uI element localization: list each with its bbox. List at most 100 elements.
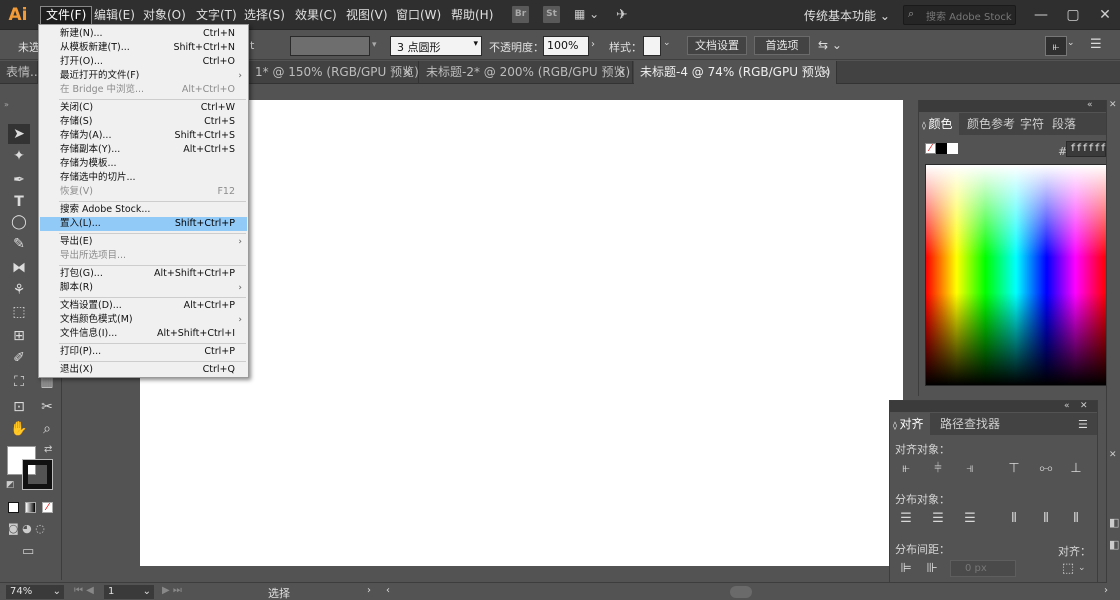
mesh-tool-icon[interactable]: ⊞ [8, 326, 30, 346]
distribute-left-icon[interactable]: ⫴ [1006, 511, 1022, 527]
width-tool-icon[interactable]: ⚘ [8, 280, 30, 300]
menu-item-close[interactable]: 关闭(C) Ctrl+W [40, 101, 247, 115]
symbol-sprayer-icon[interactable]: ⛶ [8, 372, 30, 392]
close-icon[interactable]: ✕ [1080, 401, 1088, 411]
opacity-input[interactable]: 100% [543, 36, 589, 56]
black-swatch[interactable] [936, 143, 947, 154]
none-mode-icon[interactable]: ⁄ [42, 502, 53, 513]
gradient-mode-icon[interactable] [25, 502, 36, 513]
selection-tool-icon[interactable]: ➤ [8, 124, 30, 144]
last-artboard-icon[interactable]: ▶ ⏭ [162, 585, 182, 596]
tab-doc-4[interactable]: 未标题-4 @ 74% (RGB/GPU 预览) ✕ [634, 61, 837, 84]
menu-effect[interactable]: 效果(C) [290, 6, 342, 25]
chevron-down-icon[interactable]: ⌄ [663, 38, 671, 48]
menu-item-color-mode[interactable]: 文档颜色模式(M) › [40, 313, 247, 327]
first-artboard-icon[interactable]: ⏮ ◀ [74, 585, 94, 596]
collapse-icon[interactable]: « [1087, 100, 1093, 110]
stroke-swatch[interactable] [22, 459, 53, 490]
stock-button[interactable]: St [543, 6, 560, 23]
eyedropper-icon[interactable]: ✐ [8, 348, 30, 368]
panel-icon[interactable]: ◧ [1109, 516, 1119, 529]
align-vertical-center-icon[interactable]: ⧟ [1038, 461, 1054, 477]
artboard-navigator[interactable]: 1 ⌄ [104, 585, 154, 599]
close-icon[interactable]: ✕ [1109, 100, 1117, 110]
menu-item-open-recent[interactable]: 最近打开的文件(F) › [40, 69, 247, 83]
reflect-tool-icon[interactable]: ⧓ [8, 258, 30, 278]
tab-paragraph[interactable]: 段落 [1052, 113, 1076, 135]
tab-pathfinder[interactable]: 路径查找器 [940, 413, 1000, 435]
draw-mode-icon[interactable]: ◙ ◕ ◌ [8, 522, 45, 535]
panel-icon[interactable]: ◧ [1109, 538, 1119, 551]
menu-item-new-from-template[interactable]: 从模板新建(T)... Shift+Ctrl+N [40, 41, 247, 55]
align-bottom-icon[interactable]: ⊥ [1068, 461, 1084, 477]
menu-item-package[interactable]: 打包(G)... Alt+Shift+Ctrl+P [40, 267, 247, 281]
menu-item-scripts[interactable]: 脚本(R) › [40, 281, 247, 295]
artboard[interactable] [140, 100, 917, 566]
distribute-right-icon[interactable]: ⫴ [1068, 511, 1084, 527]
zoom-tool-icon[interactable]: ⌕ [36, 419, 58, 439]
tab-doc-3[interactable]: 未标题-2* @ 200% (RGB/GPU 预览) ✕ [420, 61, 633, 84]
screen-mode-icon[interactable]: ▭ [22, 544, 34, 559]
pen-tool-icon[interactable]: ✒ [8, 170, 30, 190]
type-tool-icon[interactable]: T [8, 192, 30, 212]
menu-item-save-as[interactable]: 存储为(A)... Shift+Ctrl+S [40, 129, 247, 143]
align-right-icon[interactable]: ⫣ [962, 461, 978, 477]
menu-item-document-setup[interactable]: 文档设置(D)... Alt+Ctrl+P [40, 299, 247, 313]
panel-menu-icon[interactable]: ☰ [1078, 418, 1088, 431]
scroll-right-icon[interactable]: › [1104, 585, 1108, 596]
menu-item-search-stock[interactable]: 搜索 Adobe Stock... [40, 203, 247, 217]
default-colors-icon[interactable]: ◩ [6, 480, 15, 490]
chevron-right-icon[interactable]: › [367, 585, 371, 596]
vertical-distribute-space-icon[interactable]: ⊫ [898, 561, 914, 577]
variable-width-profile[interactable] [290, 36, 370, 56]
scroll-left-icon[interactable]: ‹ [386, 585, 390, 596]
tab-doc-1[interactable]: 表情... [0, 61, 41, 84]
align-horizontal-center-icon[interactable]: ⫩ [930, 461, 946, 477]
align-options-icon[interactable]: ⫦ [1045, 36, 1067, 56]
close-icon[interactable]: ✕ [617, 61, 626, 84]
menu-item-save-copy[interactable]: 存储副本(Y)... Alt+Ctrl+S [40, 143, 247, 157]
align-to-selection-icon[interactable]: ⬚ [1060, 561, 1076, 577]
menu-view[interactable]: 视图(V) [341, 6, 393, 25]
menu-item-save-template[interactable]: 存储为模板... [40, 157, 247, 171]
close-icon[interactable]: ✕ [821, 61, 830, 84]
menu-edit[interactable]: 编辑(E) [89, 6, 140, 25]
menu-item-open[interactable]: 打开(O)... Ctrl+O [40, 55, 247, 69]
hand-tool-icon[interactable]: ✋ [8, 419, 30, 439]
horizontal-scroll-thumb[interactable] [730, 586, 752, 598]
collapse-icon[interactable]: « [1064, 401, 1070, 411]
slice-tool-icon[interactable]: ✂ [36, 397, 58, 417]
menu-type[interactable]: 文字(T) [191, 6, 242, 25]
bridge-button[interactable]: Br [512, 6, 529, 23]
blob-brush-icon[interactable]: ✎ [8, 234, 30, 254]
menu-help[interactable]: 帮助(H) [446, 6, 498, 25]
tab-character[interactable]: 字符 [1020, 113, 1044, 135]
gpu-rocket-icon[interactable]: ✈ [616, 5, 636, 25]
shape-builder-icon[interactable]: ⬚ [8, 302, 30, 322]
distribute-horizontal-center-icon[interactable]: ⫴ [1038, 511, 1054, 527]
artboard-tool-icon[interactable]: ⊡ [8, 397, 30, 417]
align-top-icon[interactable]: ⊤ [1006, 461, 1022, 477]
color-mode-icon[interactable] [8, 502, 19, 513]
align-left-icon[interactable]: ⫦ [898, 461, 914, 477]
spacing-input[interactable]: 0 px [950, 560, 1016, 577]
close-icon[interactable]: ✕ [1109, 450, 1117, 460]
maximize-icon[interactable]: ▢ [1062, 4, 1084, 26]
menu-window[interactable]: 窗口(W) [391, 6, 446, 25]
white-swatch[interactable] [947, 143, 958, 154]
arrange-documents-button[interactable]: ▦ ⌄ [574, 6, 604, 23]
tab-color[interactable]: ◊ 颜色 [919, 113, 959, 135]
zoom-level-select[interactable]: 74% ⌄ [6, 585, 64, 599]
horizontal-distribute-space-icon[interactable]: ⊪ [924, 561, 940, 577]
minimize-icon[interactable]: — [1030, 4, 1052, 26]
menu-item-new[interactable]: 新建(N)... Ctrl+N [40, 27, 247, 41]
none-swatch[interactable]: ⁄ [925, 143, 936, 154]
chevron-right-icon[interactable]: › [591, 39, 595, 50]
menu-item-exit[interactable]: 退出(X) Ctrl+Q [40, 363, 247, 377]
distribute-vertical-center-icon[interactable]: ☰ [930, 511, 946, 527]
menu-item-place[interactable]: 置入(L)... Shift+Ctrl+P [40, 217, 247, 231]
color-spectrum[interactable] [925, 164, 1107, 386]
menu-file[interactable]: 文件(F) [40, 6, 93, 25]
menu-item-save-slices[interactable]: 存储选中的切片... [40, 171, 247, 185]
stock-search-input[interactable]: ⌕ 搜索 Adobe Stock [903, 5, 1016, 25]
